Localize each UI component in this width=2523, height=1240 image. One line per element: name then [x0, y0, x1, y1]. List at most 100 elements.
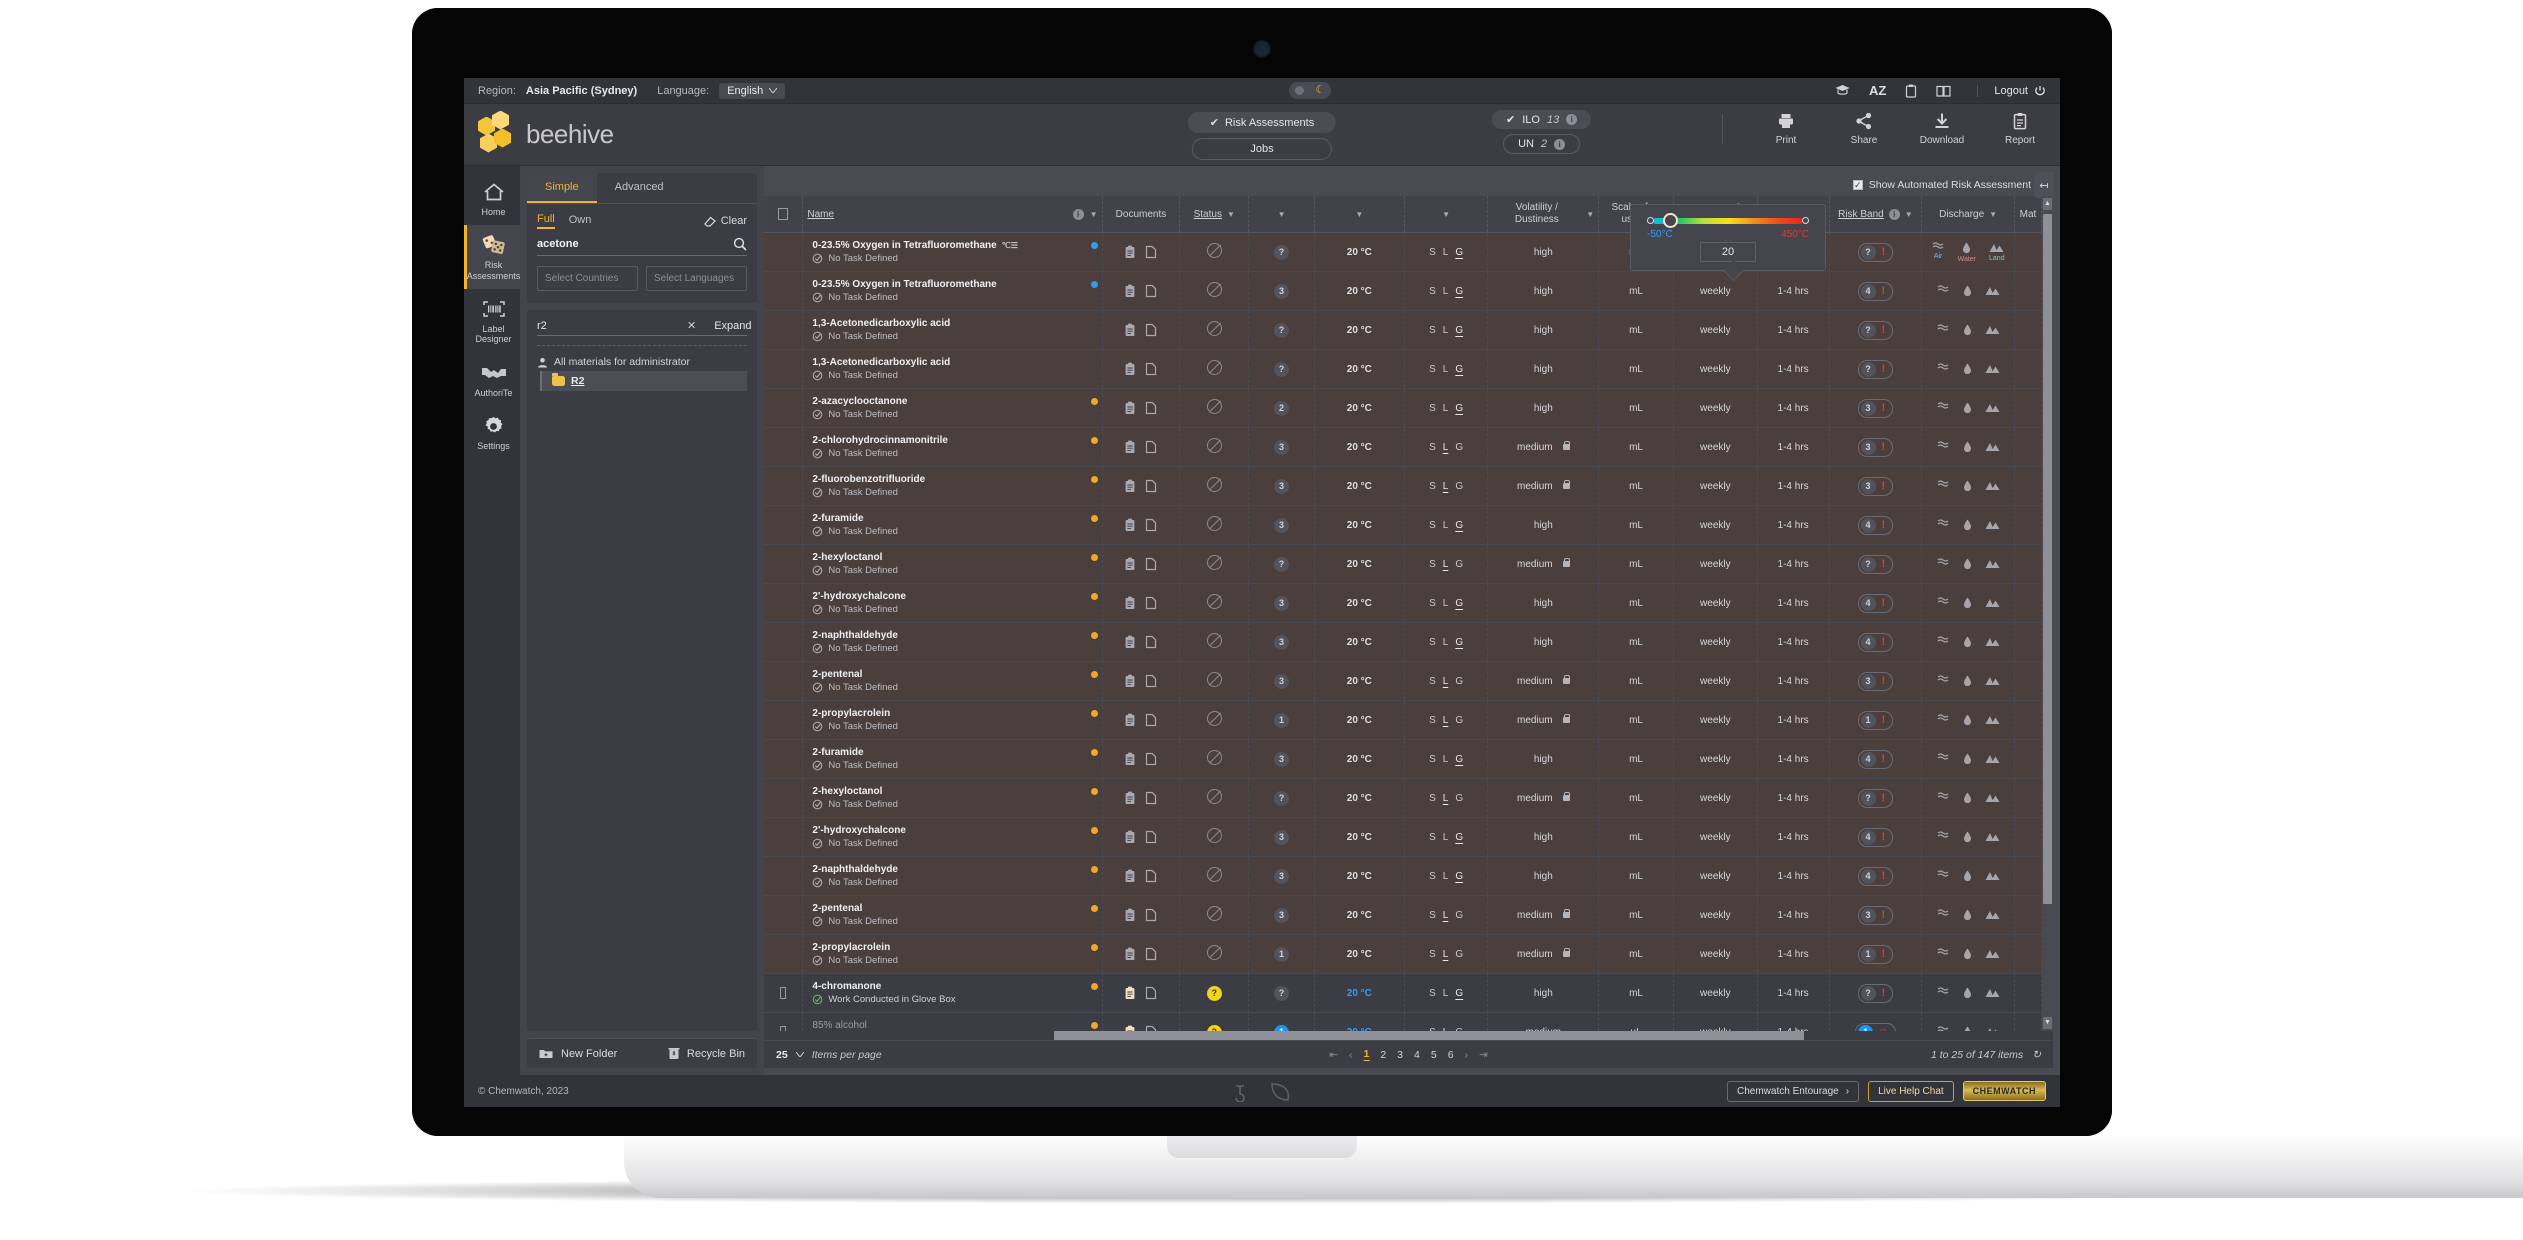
row-material-cell[interactable] — [2014, 973, 2042, 1013]
row-discharge-cell[interactable] — [1921, 388, 2015, 428]
row-scale-cell[interactable]: mL — [1598, 700, 1674, 740]
table-row[interactable]: 2-propylacrolein No Task Defined 1 20 °C S L G… — [764, 700, 2042, 740]
row-material-cell[interactable] — [2014, 349, 2042, 389]
risk-band[interactable]: 3! — [1857, 437, 1894, 457]
row-volatility-cell[interactable]: medium — [1487, 778, 1600, 818]
state-g[interactable]: G — [1455, 988, 1463, 999]
row-name-cell[interactable]: 1,3-Acetonedicarboxylic acid No Task Defi… — [802, 349, 1103, 389]
risk-band[interactable]: ?! — [1857, 320, 1894, 340]
status-blocked-icon[interactable] — [1206, 828, 1222, 843]
tab-simple[interactable]: Simple — [527, 173, 597, 203]
row-select-cell[interactable] — [764, 934, 804, 974]
info-icon[interactable]: i — [1888, 208, 1900, 220]
row-frequency-cell[interactable]: weekly — [1673, 895, 1758, 935]
chemwatch-brand[interactable]: CHEMWATCH — [1962, 1081, 2046, 1101]
row-discharge-cell[interactable] — [1921, 661, 2015, 701]
row-state-cell[interactable]: SLG — [1404, 388, 1489, 428]
state-s[interactable]: S — [1429, 871, 1436, 882]
row-risk-band-cell[interactable]: ?! — [1829, 310, 1923, 350]
row-documents-cell[interactable] — [1102, 310, 1181, 350]
folder-item-r2[interactable]: R2 — [540, 371, 747, 391]
discharge-land[interactable] — [1985, 792, 2000, 803]
risk-band[interactable]: 4! — [1857, 515, 1894, 535]
panel-collapse-handle[interactable]: ↤ — [2034, 172, 2054, 198]
entourage-button[interactable]: Chemwatch Entourage › — [1727, 1080, 1860, 1102]
discharge-air[interactable] — [1937, 636, 1950, 645]
page-2[interactable]: 2 — [1380, 1049, 1386, 1061]
row-duration-cell[interactable]: 1-4 hrs — [1757, 544, 1830, 584]
sds-document-icon[interactable] — [1124, 830, 1136, 844]
row-status-cell[interactable] — [1179, 700, 1250, 740]
discharge-air[interactable] — [1937, 597, 1950, 606]
copy-document-icon[interactable] — [1145, 674, 1157, 688]
row-frequency-cell[interactable]: weekly — [1673, 934, 1758, 974]
row-temperature-cell[interactable]: 20 °C — [1314, 895, 1405, 935]
row-risk-band-cell[interactable]: 4! — [1829, 583, 1923, 623]
row-select-cell[interactable] — [764, 466, 804, 506]
row-volatility-cell[interactable]: medium — [1487, 544, 1600, 584]
row-duration-cell[interactable]: 1-4 hrs — [1757, 700, 1830, 740]
status-blocked-icon[interactable] — [1206, 516, 1222, 531]
print-button[interactable]: Print — [1764, 112, 1808, 146]
state-g[interactable]: G — [1455, 910, 1463, 921]
row-material-cell[interactable] — [2014, 622, 2042, 662]
row-select-cell[interactable]: x — [764, 973, 804, 1013]
discharge-water[interactable] — [1963, 441, 1972, 453]
filter-icon[interactable]: ▼ — [1586, 210, 1594, 219]
table-row[interactable]: 0-23.5% Oxygen in Tetrafluoromethane No T… — [764, 271, 2042, 311]
row-documents-cell[interactable] — [1102, 349, 1181, 389]
row-state-cell[interactable]: SLG — [1404, 856, 1489, 896]
status-blocked-icon[interactable] — [1206, 945, 1222, 960]
row-assessment-cell[interactable]: 3 — [1248, 895, 1315, 935]
slider-knob[interactable] — [1663, 213, 1678, 228]
discharge-water[interactable] — [1963, 675, 1972, 687]
row-documents-cell[interactable] — [1102, 232, 1181, 272]
assessment-badge[interactable]: 3 — [1274, 439, 1290, 455]
row-duration-cell[interactable]: 1-4 hrs — [1757, 778, 1830, 818]
tab-jobs[interactable]: Jobs — [1192, 138, 1332, 160]
subtab-own[interactable]: Own — [569, 214, 592, 228]
row-temperature-cell[interactable]: 20 °C — [1314, 622, 1405, 662]
sds-document-icon[interactable] — [1124, 479, 1136, 493]
report-button[interactable]: Report — [1998, 112, 2042, 146]
status-blocked-icon[interactable] — [1206, 243, 1222, 258]
state-s[interactable]: S — [1429, 832, 1436, 843]
table-row[interactable]: 2-chlorohydrocinnamonitrile No Task Defin… — [764, 427, 2042, 467]
row-status-cell[interactable] — [1179, 583, 1250, 623]
row-material-cell[interactable] — [2014, 388, 2042, 428]
row-temperature-cell[interactable]: 20 °C — [1314, 856, 1405, 896]
row-name-cell[interactable]: 1,3-Acetonedicarboxylic acid No Task Defi… — [802, 310, 1103, 350]
state-s[interactable]: S — [1429, 403, 1436, 414]
state-g[interactable]: G — [1455, 871, 1463, 882]
column-assessment[interactable]: ▼ — [1248, 196, 1315, 233]
risk-band[interactable]: 4! — [1857, 866, 1894, 886]
state-s[interactable]: S — [1429, 286, 1436, 297]
vertical-scroll-thumb[interactable] — [2043, 214, 2052, 904]
table-row[interactable]: 0-23.5% Oxygen in Tetrafluoromethane ℃☰ No… — [764, 232, 2042, 272]
discharge-land[interactable] — [1985, 285, 2000, 296]
select-all-checkbox[interactable]: ✓ — [778, 207, 788, 220]
recycle-bin-button[interactable]: Recycle Bin — [668, 1047, 745, 1060]
book-icon[interactable] — [1936, 85, 1951, 97]
copy-document-icon[interactable] — [1145, 440, 1157, 454]
discharge-water[interactable] — [1963, 948, 1972, 960]
state-g[interactable]: G — [1455, 286, 1463, 297]
row-documents-cell[interactable] — [1102, 739, 1181, 779]
discharge-water[interactable] — [1963, 402, 1972, 414]
table-row[interactable]: 2-propylacrolein No Task Defined 1 20 °C S L G… — [764, 934, 2042, 974]
row-state-cell[interactable]: SLG — [1404, 778, 1489, 818]
row-scale-cell[interactable]: mL — [1598, 739, 1674, 779]
row-frequency-cell[interactable]: weekly — [1673, 505, 1758, 545]
row-temperature-cell[interactable]: 20 °C — [1314, 466, 1405, 506]
theme-toggle[interactable]: ☾ — [1289, 82, 1332, 99]
row-name-cell[interactable]: 2-furamide No Task Defined — [802, 739, 1103, 779]
row-scale-cell[interactable]: mL — [1598, 271, 1674, 311]
sds-document-icon[interactable] — [1124, 323, 1136, 337]
row-state-cell[interactable]: SLG — [1404, 310, 1489, 350]
row-documents-cell[interactable] — [1102, 505, 1181, 545]
row-status-cell[interactable] — [1179, 505, 1250, 545]
row-documents-cell[interactable] — [1102, 466, 1181, 506]
row-duration-cell[interactable]: 1-4 hrs — [1757, 271, 1830, 311]
row-volatility-cell[interactable]: medium — [1487, 661, 1600, 701]
row-risk-band-cell[interactable]: ?! — [1829, 349, 1923, 389]
